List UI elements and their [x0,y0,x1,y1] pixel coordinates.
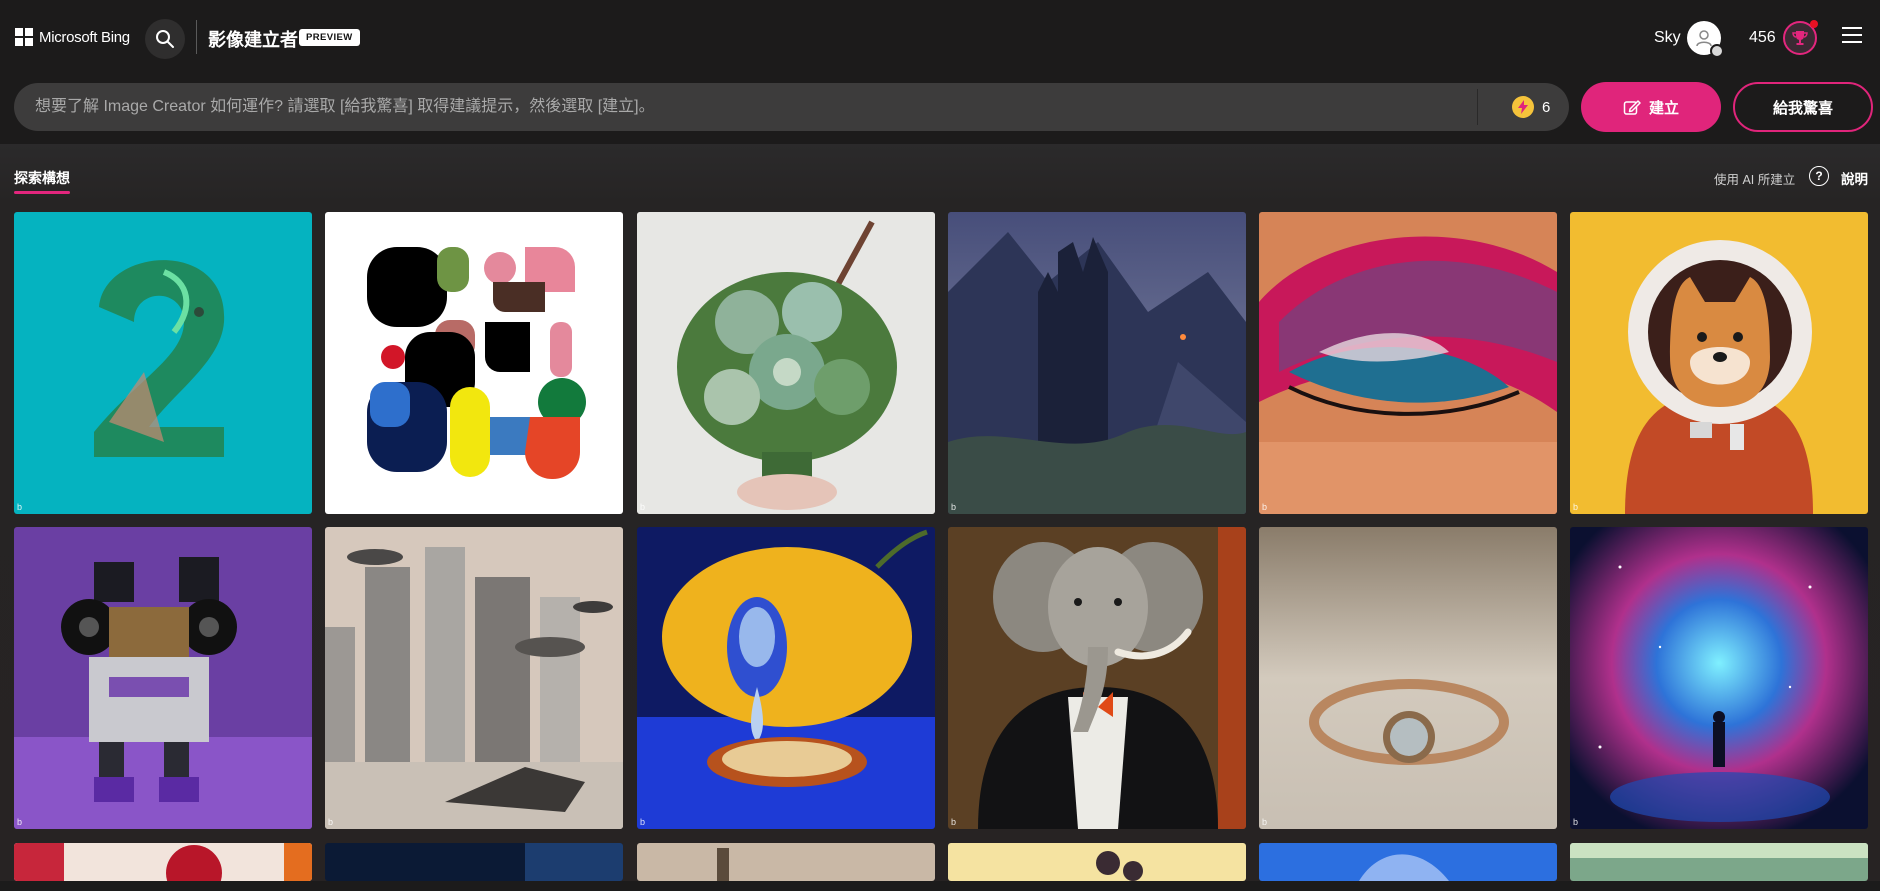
header-divider [196,20,197,54]
bing-watermark-icon: b [1262,817,1268,827]
tab-explore-ideas[interactable]: 探索構想 [14,168,70,188]
boost-counter[interactable]: 6 [1512,96,1550,118]
notification-dot [1810,20,1818,28]
rewards-points[interactable]: 456 [1749,29,1776,47]
help-icon[interactable]: ? [1809,166,1829,186]
prompt-divider [1477,89,1478,125]
create-button-label: 建立 [1648,99,1679,117]
bing-watermark-icon: b [1573,502,1579,512]
tile-elephant-tuxedo[interactable]: b [948,527,1246,829]
user-avatar-icon [1696,30,1712,47]
tile-purple-robot[interactable]: b [14,527,312,829]
bing-watermark-icon: b [640,502,646,512]
active-tab-underline [14,191,70,194]
user-avatar[interactable] [1687,21,1724,58]
top-bar: Microsoft Bing 影像建立者 PREVIEW Sky 456 [0,0,1880,76]
prompt-row: 6 建立 給我驚喜 [0,76,1880,144]
prompt-input[interactable] [35,83,1475,131]
ai-created-note: 使用 AI 所建立 [1714,173,1796,187]
tile-partial-blue-flower[interactable] [1259,843,1557,881]
help-link[interactable]: 說明 [1841,168,1868,188]
product-title[interactable]: 影像建立者 [208,26,298,52]
bing-watermark-icon: b [951,817,957,827]
hamburger-menu-icon[interactable] [1842,27,1862,45]
prompt-box: 6 [14,83,1569,131]
bing-watermark-icon: b [328,817,334,827]
tile-partial-yellow[interactable] [948,843,1246,881]
lightning-bolt-icon [1512,96,1534,118]
tile-colorful-eyeshadow[interactable]: b [1259,212,1557,514]
bing-watermark-icon: b [17,817,23,827]
bing-brand-link[interactable]: Microsoft Bing [15,28,130,46]
tile-dark-castle-mountains[interactable]: b [948,212,1246,514]
create-button[interactable]: 建立 [1581,82,1721,132]
tile-shiba-astronaut[interactable]: b [1570,212,1868,514]
bottom-edge [0,881,1880,891]
bing-watermark-icon: b [640,817,646,827]
rewards-trophy-icon [1792,31,1808,45]
bing-watermark-icon: b [17,502,23,512]
account-status-icon [1710,44,1724,58]
tile-futuristic-city[interactable]: b [325,527,623,829]
tile-partial-dark-blue[interactable] [325,843,623,881]
bing-watermark-icon: b [1262,502,1268,512]
tile-abstract-shapes[interactable]: b [325,212,623,514]
surprise-me-button[interactable]: 給我驚喜 [1733,82,1873,132]
search-button[interactable] [145,19,185,59]
boost-count: 6 [1542,98,1551,116]
create-pencil-icon [1623,100,1641,115]
tile-surreal-lemon[interactable]: b [637,527,935,829]
tile-number-two-chameleon[interactable]: b [14,212,312,514]
preview-badge: PREVIEW [299,29,360,46]
bing-watermark-icon: b [1573,817,1579,827]
brand-text: Microsoft Bing [39,28,130,46]
tile-partial-teal[interactable] [1570,843,1868,881]
rewards-button[interactable] [1783,20,1818,55]
bing-watermark-icon: b [951,502,957,512]
search-icon [156,30,174,48]
tile-partial-sand[interactable] [637,843,935,881]
tile-partial-red[interactable] [14,843,312,881]
tile-succulent-bouquet[interactable]: b [637,212,935,514]
user-name[interactable]: Sky [1654,29,1681,47]
tile-cosmic-nebula-figure[interactable]: b [1570,527,1868,829]
bing-watermark-icon: b [328,502,334,512]
windows-logo-icon [15,28,33,46]
tile-gold-ring[interactable]: b [1259,527,1557,829]
